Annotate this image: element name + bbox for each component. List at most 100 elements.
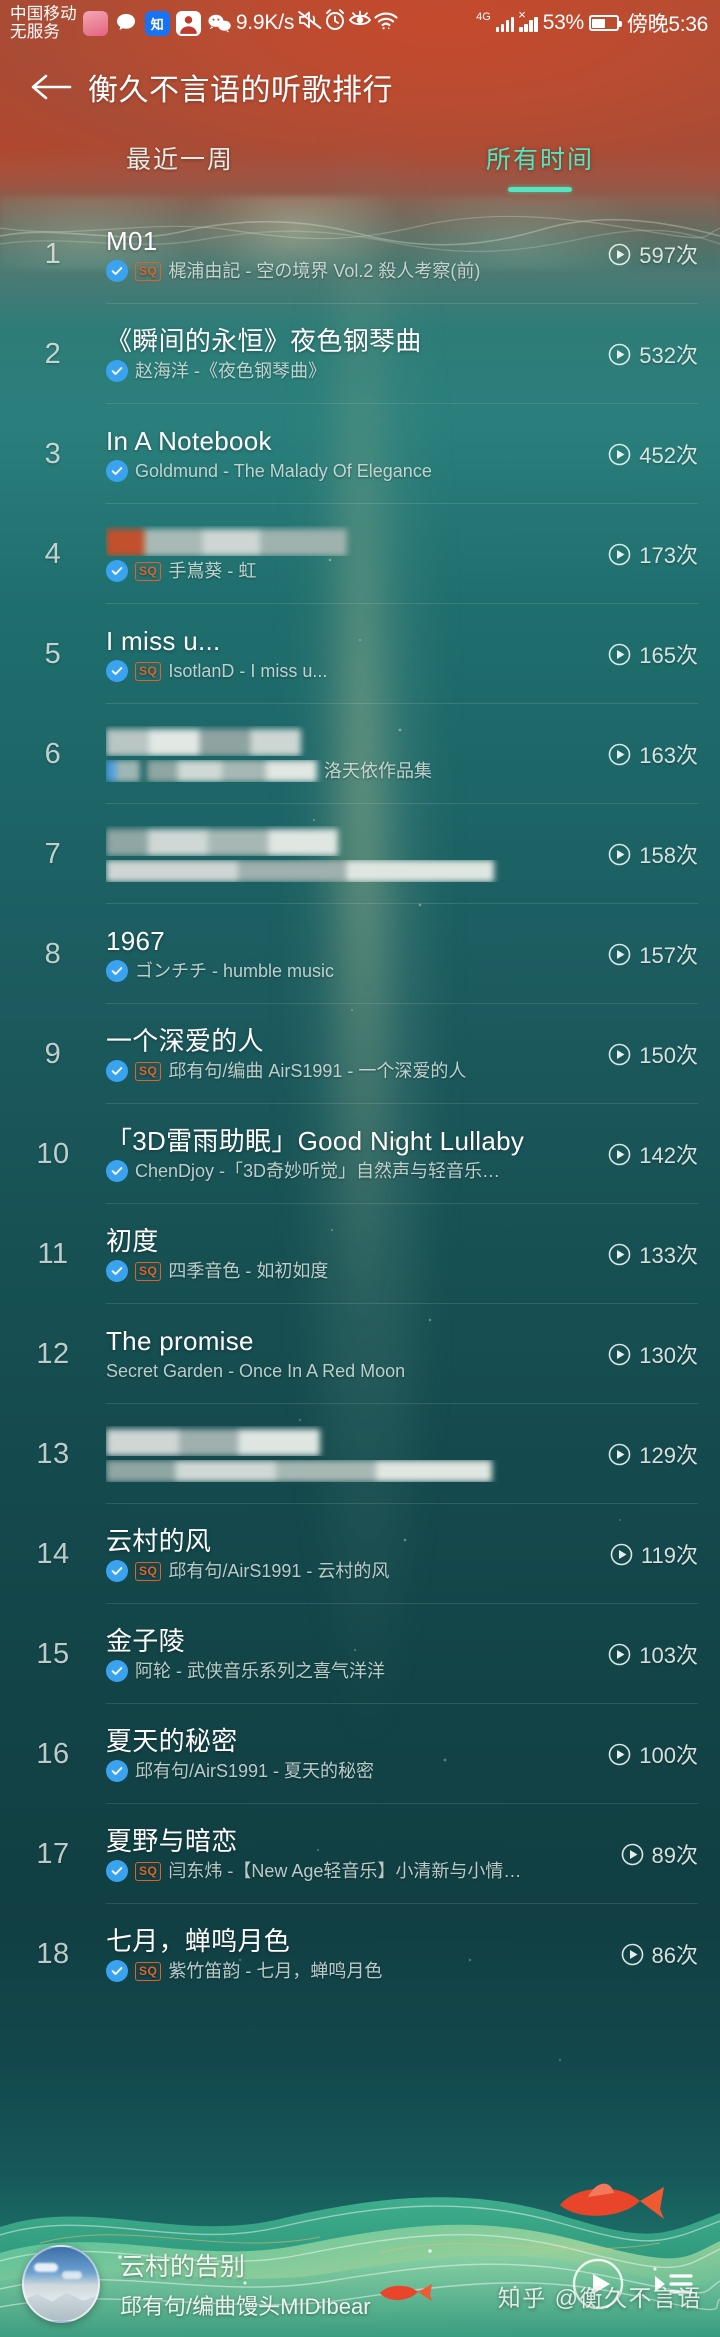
song-info: The promise Secret Garden - Once In A Red… — [106, 1326, 608, 1382]
table-row[interactable]: 18 七月，蝉鸣月色 SQ 紫竹笛韵 - 七月，蝉鸣月色 86次 — [0, 1904, 720, 2004]
play-count: 89次 — [621, 1838, 698, 1870]
cover-cloud-b — [62, 2270, 82, 2279]
album-cover[interactable] — [22, 2244, 100, 2323]
song-title: 金子陵 — [106, 1625, 185, 1656]
tab-recent-week-underline — [148, 187, 212, 192]
rank-number: 18 — [36, 1937, 70, 1970]
table-row[interactable]: 11 初度 SQ 四季音色 - 如初如度 133次 — [0, 1204, 720, 1304]
table-row[interactable]: 12 The promise Secret Garden - Once In A R… — [0, 1304, 720, 1404]
song-ranking-list: 1 M01 SQ 梶浦由記 - 空の境界 Vol.2 殺人考察(前) 597次 2 《瞬间的… — [0, 204, 720, 2004]
play-count: 150次 — [608, 1038, 698, 1070]
play-button[interactable] — [570, 2256, 626, 2312]
table-row[interactable]: 7 158次 — [0, 804, 720, 904]
rank-number: 8 — [44, 937, 62, 970]
sq-quality-badge: SQ — [135, 561, 162, 581]
song-info: 1967 ゴンチチ - humble music — [106, 926, 608, 983]
play-count: 119次 — [610, 1538, 698, 1570]
song-artist: ChenDjoy -「3D奇妙听觉」自然声与轻音乐… — [135, 1160, 501, 1181]
song-title: 云村的风 — [106, 1525, 212, 1556]
rank-number: 12 — [36, 1337, 70, 1370]
song-info: I miss u... SQ IsotlanD - I miss u... — [106, 626, 608, 683]
sq-quality-badge: SQ — [135, 661, 162, 681]
back-button[interactable] — [24, 60, 78, 114]
table-row[interactable]: 14 云村的风 SQ 邱有句/AirS1991 - 云村的风 119次 — [0, 1504, 720, 1604]
song-artist: 紫竹笛韵 - 七月，蝉鸣月色 — [168, 1960, 383, 1981]
tab-bar: 最近一周 所有时间 — [0, 128, 720, 204]
song-subtitle: SQ IsotlanD - I miss u... — [106, 660, 598, 683]
song-artist: 邱有句/编曲 AirS1991 - 一个深爱的人 — [168, 1060, 467, 1081]
contact-icon — [175, 10, 201, 36]
song-artist: 四季音色 - 如初如度 — [168, 1260, 329, 1281]
play-count-icon — [621, 1943, 644, 1966]
table-row[interactable]: 16 夏天的秘密 邱有句/AirS1991 - 夏天的秘密 100次 — [0, 1704, 720, 1804]
vip-check-icon — [106, 1760, 128, 1783]
table-row[interactable]: 13 129次 — [0, 1404, 720, 1504]
table-row[interactable]: 4 SQ 手嶌葵 - 虹 173次 — [0, 504, 720, 604]
player-song-title: 云村的告别 — [120, 2252, 246, 2281]
player-metadata: 云村的告别 邱有句/编曲馒头MIDIbear — [120, 2247, 570, 2321]
tab-all-time[interactable]: 所有时间 — [360, 128, 720, 192]
play-count: 532次 — [608, 338, 698, 370]
song-title: 七月，蝉鸣月色 — [106, 1925, 291, 1956]
song-title: The promise — [106, 1325, 254, 1356]
player-controls — [570, 2256, 700, 2312]
play-count-label: 89次 — [651, 1843, 698, 1868]
song-title: 1967 — [106, 925, 166, 956]
song-artist: 梶浦由記 - 空の境界 Vol.2 殺人考察(前) — [168, 260, 481, 281]
song-subtitle: SQ 手嶌葵 - 虹 — [106, 560, 598, 583]
song-title — [106, 526, 598, 557]
carrier-label: 中国移动 无服务 — [10, 5, 77, 41]
table-row[interactable]: 3 In A Notebook Goldmund - The Malady Of E… — [0, 404, 720, 504]
play-count-label: 86次 — [651, 1943, 698, 1968]
vip-check-icon — [106, 1960, 128, 1983]
table-row[interactable]: 2 《瞬间的永恒》夜色钢琴曲 赵海洋 -《夜色钢琴曲》 532次 — [0, 304, 720, 404]
table-row[interactable]: 9 一个深爱的人 SQ 邱有句/编曲 AirS1991 - 一个深爱的人 150次 — [0, 1004, 720, 1104]
song-subtitle: Secret Garden - Once In A Red Moon — [106, 1361, 598, 1383]
song-artist: ゴンチチ - humble music — [135, 960, 335, 981]
play-count-label: 173次 — [639, 543, 698, 568]
redacted-title — [106, 729, 301, 757]
wechat-icon — [207, 11, 232, 36]
koi-fish — [560, 2183, 664, 2219]
play-count: 129次 — [608, 1438, 698, 1470]
song-info: 夏野与暗恋 SQ 闫东炜 -【New Age轻音乐】小清新与小情… — [106, 1826, 621, 1883]
tab-recent-week[interactable]: 最近一周 — [0, 128, 360, 192]
table-row[interactable]: 6 洛天依作品集 163次 — [0, 704, 720, 804]
vip-check-icon — [106, 360, 128, 383]
table-row[interactable]: 5 I miss u... SQ IsotlanD - I miss u... 165次 — [0, 604, 720, 704]
table-row[interactable]: 1 M01 SQ 梶浦由記 - 空の境界 Vol.2 殺人考察(前) 597次 — [0, 204, 720, 304]
play-count-label: 452次 — [639, 443, 698, 468]
play-count: 173次 — [608, 538, 698, 570]
battery-percent-label: 53% — [542, 11, 584, 34]
play-count-label: 129次 — [639, 1443, 698, 1468]
table-row[interactable]: 10 「3D雷雨助眠」Good Night Lullaby ChenDjoy -「3… — [0, 1104, 720, 1204]
play-count: 452次 — [608, 438, 698, 470]
song-info: 《瞬间的永恒》夜色钢琴曲 赵海洋 -《夜色钢琴曲》 — [106, 326, 608, 383]
song-subtitle: ChenDjoy -「3D奇妙听觉」自然声与轻音乐… — [106, 1160, 598, 1183]
alarm-icon — [323, 8, 347, 38]
play-count-icon — [610, 1543, 633, 1566]
song-artist: Secret Garden - Once In A Red Moon — [106, 1360, 406, 1381]
song-subtitle: 阿轮 - 武侠音乐系列之喜气洋洋 — [106, 1660, 598, 1683]
table-row[interactable]: 17 夏野与暗恋 SQ 闫东炜 -【New Age轻音乐】小清新与小情… 89次 — [0, 1804, 720, 1904]
page-header: 衡久不言语的听歌排行 — [0, 46, 720, 128]
vip-check-icon — [106, 1860, 128, 1883]
signal-icon — [495, 15, 515, 32]
play-count-label: 157次 — [639, 943, 698, 968]
vip-check-icon — [106, 960, 128, 983]
rank-number: 9 — [44, 1037, 62, 1070]
table-row[interactable]: 8 1967 ゴンチチ - humble music 157次 — [0, 904, 720, 1004]
play-count-label: 597次 — [639, 243, 698, 268]
song-artist: 手嶌葵 - 虹 — [168, 560, 257, 581]
table-row[interactable]: 15 金子陵 阿轮 - 武侠音乐系列之喜气洋洋 103次 — [0, 1604, 720, 1704]
mini-player-bar[interactable]: 云村的告别 邱有句/编曲馒头MIDIbear — [0, 2230, 720, 2337]
page-title: 衡久不言语的听歌排行 — [88, 74, 393, 107]
rank-number: 10 — [36, 1137, 70, 1170]
play-count: 163次 — [608, 738, 698, 770]
song-subtitle: Goldmund - The Malady Of Elegance — [106, 460, 598, 483]
play-count-label: 119次 — [640, 1543, 698, 1568]
song-info: 夏天的秘密 邱有句/AirS1991 - 夏天的秘密 — [106, 1726, 608, 1783]
playlist-button[interactable] — [644, 2256, 700, 2312]
song-subtitle: SQ 紫竹笛韵 - 七月，蝉鸣月色 — [106, 1960, 611, 1983]
song-info: In A Notebook Goldmund - The Malady Of El… — [106, 426, 608, 483]
